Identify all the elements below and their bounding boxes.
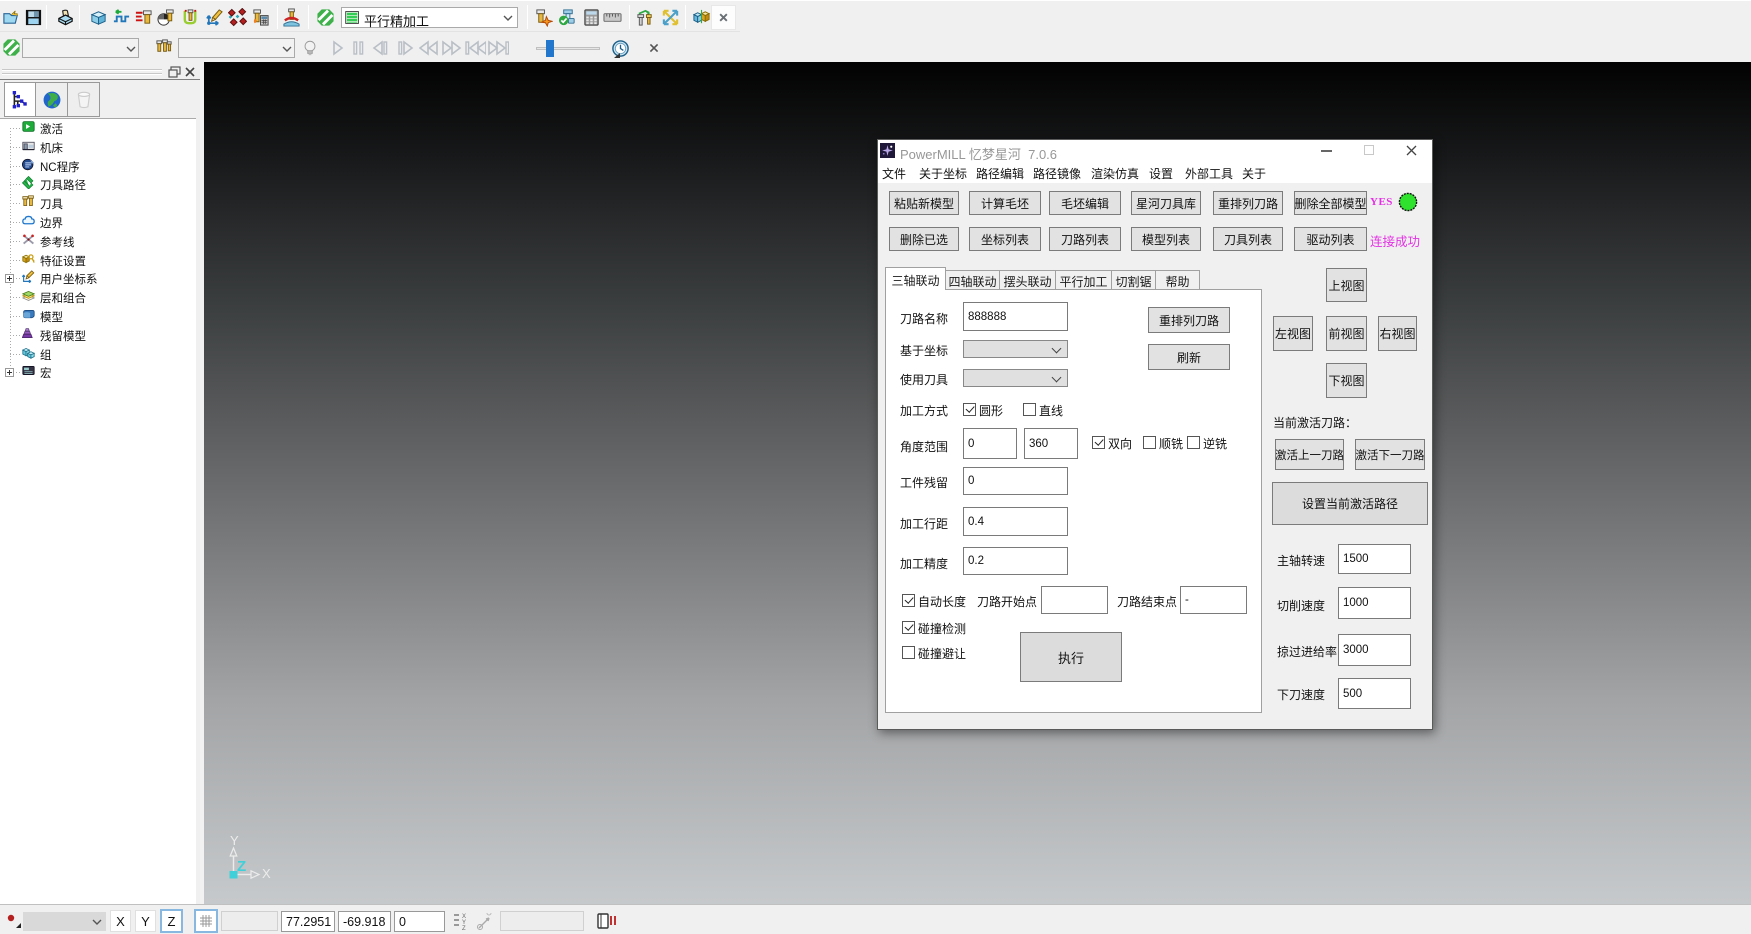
svg-text:Z: Z	[462, 926, 466, 930]
svg-text:Z: Z	[237, 858, 246, 875]
svg-text:X: X	[262, 866, 271, 881]
svg-text:Y: Y	[230, 833, 239, 848]
